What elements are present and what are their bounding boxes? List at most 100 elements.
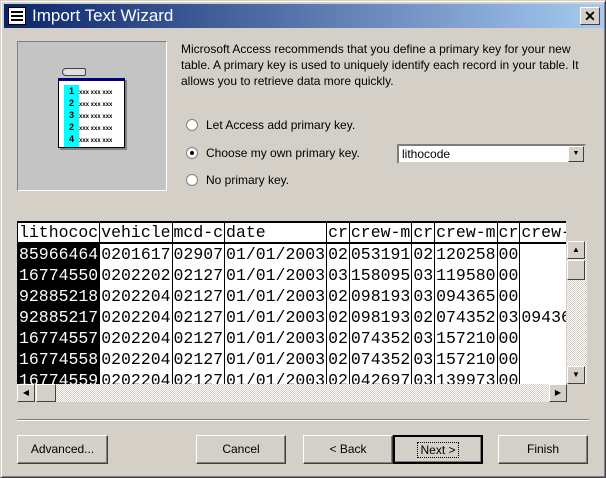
back-button[interactable]: < Back: [303, 435, 393, 464]
table-cell: 094365: [519, 307, 566, 328]
import-text-wizard-window: Import Text Wizard ✕ 1 xxx xxx xxx 2 xxx x…: [0, 0, 606, 478]
table-cell: 03: [411, 265, 436, 286]
table-cell: 16774559: [17, 370, 101, 384]
table-cell: 074352: [348, 349, 413, 370]
next-label: Next >: [417, 442, 459, 458]
next-button[interactable]: Next >: [393, 435, 483, 464]
primary-key-field-dropdown[interactable]: lithocode ▼: [397, 144, 586, 164]
radio-choose-own-key[interactable]: Choose my own primary key.: [186, 146, 360, 160]
table-cell: 01/01/2003: [224, 328, 328, 349]
table-row: 16774550 0202202 02127 01/01/2003 03 158095 03…: [17, 265, 566, 286]
table-cell: 01/01/2003: [224, 243, 328, 265]
table-cell: 094365: [434, 286, 498, 307]
vertical-scrollbar[interactable]: ▲ ▼: [567, 241, 587, 384]
scroll-up-button[interactable]: ▲: [567, 241, 585, 259]
column-header[interactable]: lithococ: [17, 222, 101, 244]
table-cell: 00: [496, 286, 521, 307]
table-cell: [519, 370, 566, 384]
table-cell: [519, 286, 566, 307]
table-cell: 92885217: [17, 307, 101, 328]
table-row: 92885218 0202204 02127 01/01/2003 02 098193 03…: [17, 286, 566, 307]
table-cell: 0202204: [99, 328, 173, 349]
column-header[interactable]: date: [224, 222, 328, 244]
table-cell: 02127: [171, 286, 226, 307]
table-cell: 03: [326, 265, 350, 286]
scroll-right-button[interactable]: ▶: [549, 384, 567, 402]
column-header[interactable]: crew-m: [348, 222, 413, 244]
cancel-button[interactable]: Cancel: [196, 435, 286, 464]
radio-let-access-add-key[interactable]: Let Access add primary key.: [186, 118, 355, 132]
table-cell: 16774557: [17, 328, 101, 349]
finish-button[interactable]: Finish: [498, 435, 588, 464]
close-button[interactable]: ✕: [580, 7, 600, 25]
wizard-app-icon: [8, 7, 26, 25]
radio-label: No primary key.: [206, 173, 290, 187]
column-header[interactable]: mcd-c: [171, 222, 226, 244]
dropdown-value: lithocode: [402, 147, 451, 161]
table-cell: 01/01/2003: [224, 307, 328, 328]
radio-no-primary-key[interactable]: No primary key.: [186, 173, 289, 187]
window-title: Import Text Wizard: [32, 6, 174, 25]
table-cell: 158095: [348, 265, 413, 286]
table-icon: 1 xxx xxx xxx 2 xxx xxx xxx 3 xxx xxx xxx 2…: [58, 78, 125, 148]
table-cell: 02127: [171, 265, 226, 286]
radio-button-selected-icon[interactable]: [186, 147, 198, 159]
primary-key-illustration: 1 xxx xxx xxx 2 xxx xxx xxx 3 xxx xxx xxx 2…: [17, 41, 167, 191]
table-cell: 0201617: [99, 243, 173, 265]
table-cell: 0202204: [99, 307, 173, 328]
table-cell: 074352: [348, 328, 413, 349]
radio-button-icon[interactable]: [186, 119, 198, 131]
table-cell: 03: [411, 370, 436, 384]
table-cell: 01/01/2003: [224, 286, 328, 307]
radio-label: Let Access add primary key.: [206, 118, 356, 132]
chevron-down-icon[interactable]: ▼: [568, 146, 584, 162]
table-cell: 02: [411, 307, 436, 328]
table-cell: 01/01/2003: [224, 349, 328, 370]
table-cell: 02907: [171, 243, 226, 265]
table-cell: 02: [326, 286, 350, 307]
data-preview-grid[interactable]: lithococ vehicle mcd-c date cr crew-m cr crew-m…: [17, 221, 566, 384]
divider: [17, 419, 589, 421]
table-cell: 098193: [348, 286, 413, 307]
scroll-down-button[interactable]: ▼: [567, 366, 585, 384]
table-cell: 00: [496, 328, 521, 349]
table-cell: 01/01/2003: [224, 370, 328, 384]
horizontal-scrollbar[interactable]: ◀ ▶: [17, 384, 567, 402]
advanced-button[interactable]: Advanced...: [17, 435, 108, 464]
column-header[interactable]: cr: [411, 222, 436, 244]
column-header[interactable]: crew-m: [519, 222, 566, 244]
table-cell: 03: [496, 307, 521, 328]
scroll-thumb[interactable]: [567, 260, 585, 280]
table-cell: 042697: [348, 370, 413, 384]
table-row: 85966464 0201617 02907 01/01/2003 02 053191 02…: [17, 243, 566, 265]
table-cell: 02: [326, 243, 350, 265]
column-header[interactable]: cr: [496, 222, 521, 244]
column-header[interactable]: cr: [326, 222, 350, 244]
radio-label: Choose my own primary key.: [206, 146, 360, 160]
table-cell: 0202202: [99, 265, 173, 286]
radio-button-icon[interactable]: [186, 174, 198, 186]
table-cell: 01/01/2003: [224, 265, 328, 286]
key-icon: [62, 68, 86, 76]
table-cell: 120258: [434, 243, 498, 265]
table-cell: 02: [326, 370, 350, 384]
table-row: 92885217 0202204 02127 01/01/2003 02 098193 02…: [17, 307, 566, 328]
column-header[interactable]: vehicle: [99, 222, 173, 244]
table-cell: 02127: [171, 328, 226, 349]
scroll-left-button[interactable]: ◀: [17, 384, 35, 402]
title-bar[interactable]: Import Text Wizard ✕: [4, 4, 604, 28]
column-header[interactable]: crew-m: [434, 222, 498, 244]
table-cell: [519, 265, 566, 286]
table-row: 16774559 0202204 02127 01/01/2003 02 042697 03…: [17, 370, 566, 384]
table-cell: 03: [411, 286, 436, 307]
table-cell: 16774550: [17, 265, 101, 286]
table-cell: 00: [496, 370, 521, 384]
table-cell: 02127: [171, 370, 226, 384]
table-cell: 92885218: [17, 286, 101, 307]
table-cell: 157210: [434, 328, 498, 349]
table-cell: 03: [411, 349, 436, 370]
table-cell: [519, 243, 566, 265]
table-cell: 02: [326, 307, 350, 328]
table-row: 16774557 0202204 02127 01/01/2003 02 074352 03…: [17, 328, 566, 349]
scroll-thumb[interactable]: [36, 384, 56, 402]
